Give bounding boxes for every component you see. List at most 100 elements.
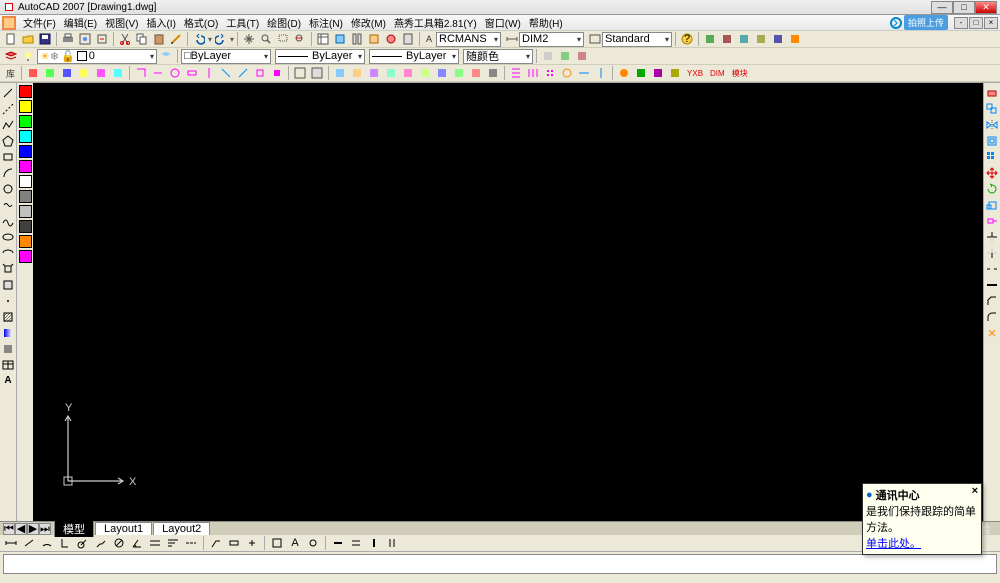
save-button[interactable] [37,31,53,47]
lib-e9[interactable] [468,65,484,81]
new-button[interactable] [3,31,19,47]
lib-b1[interactable] [25,65,41,81]
sheet-set-button[interactable] [366,31,382,47]
menu-modify[interactable]: 修改(M) [347,15,390,30]
hatch-tool[interactable] [1,309,16,324]
maximize-button[interactable]: □ [953,1,975,14]
lib-e5[interactable] [400,65,416,81]
sync-icon[interactable] [890,17,902,29]
lib-c5[interactable] [201,65,217,81]
trim-tool[interactable] [985,229,1000,244]
line-tool[interactable] [1,85,16,100]
lib-e4[interactable] [383,65,399,81]
copy-button[interactable] [134,31,150,47]
lib-g1[interactable] [616,65,632,81]
array-tool[interactable] [985,149,1000,164]
tab-first[interactable]: ⏮ [3,523,15,535]
lib-c2[interactable] [150,65,166,81]
p2[interactable] [557,48,573,64]
menu-tools[interactable]: 工具(T) [222,15,263,30]
t-btn-4[interactable] [753,31,769,47]
offset-tool[interactable] [985,133,1000,148]
dim-angular[interactable] [129,535,145,551]
color-magenta[interactable] [19,160,32,173]
t-btn-1[interactable] [702,31,718,47]
lib-c7[interactable] [235,65,251,81]
color-green[interactable] [19,115,32,128]
lib-c1[interactable] [133,65,149,81]
tab-prev[interactable]: ◀ [15,523,27,535]
tab-next[interactable]: ▶ [27,523,39,535]
lib-e1[interactable] [332,65,348,81]
layer-select[interactable]: ☀❄🔓0 [37,49,157,64]
zoom-window-button[interactable] [275,31,291,47]
spline-tool[interactable] [1,213,16,228]
lib-c6[interactable] [218,65,234,81]
block-tool[interactable] [1,277,16,292]
undo-button[interactable] [191,31,207,47]
lib-f5[interactable] [576,65,592,81]
menu-edit[interactable]: 编辑(E) [60,15,101,30]
publish-button[interactable] [94,31,110,47]
dim-baseline[interactable] [165,535,181,551]
color-cyan[interactable] [19,130,32,143]
lib-f2[interactable] [525,65,541,81]
color-blue[interactable] [19,145,32,158]
yxb-label[interactable]: YXB [684,69,706,78]
color-gray[interactable] [19,190,32,203]
dim-aligned[interactable] [21,535,37,551]
insert-tool[interactable] [1,261,16,276]
library-label[interactable]: 库 [3,67,18,80]
t-btn-6[interactable] [787,31,803,47]
design-center-button[interactable] [332,31,348,47]
dim-quick[interactable] [147,535,163,551]
linetype-select[interactable]: ByLayer [275,49,365,64]
color-extra2[interactable] [19,250,32,263]
tool-palettes-button[interactable] [349,31,365,47]
mdi-min[interactable]: - [954,17,968,29]
ellipse-arc-tool[interactable] [1,245,16,260]
circle-tool[interactable] [1,181,16,196]
menu-insert[interactable]: 插入(I) [142,15,179,30]
lib-e7[interactable] [434,65,450,81]
join-tool[interactable] [985,277,1000,292]
lib-c9[interactable] [269,65,285,81]
lib-e3[interactable] [366,65,382,81]
dim-ordinate[interactable] [57,535,73,551]
rotate-tool[interactable] [985,181,1000,196]
lib-g3[interactable] [650,65,666,81]
menu-format[interactable]: 格式(O) [180,15,222,30]
lib-e6[interactable] [417,65,433,81]
lib-e8[interactable] [451,65,467,81]
t-btn-3[interactable] [736,31,752,47]
dim-b2[interactable] [348,535,364,551]
dim-center[interactable] [244,535,260,551]
color-red[interactable] [19,85,32,98]
upload-photo-button[interactable]: 拍照上传 [904,15,948,30]
lib-c3[interactable] [167,65,183,81]
menu-view[interactable]: 视图(V) [101,15,142,30]
arc-tool[interactable] [1,165,16,180]
gradient-tool[interactable] [1,325,16,340]
lib-f4[interactable] [559,65,575,81]
command-line[interactable] [3,554,997,574]
close-button[interactable]: ✕ [975,1,997,14]
menu-yanxiu[interactable]: 燕秀工具箱2.81(Y) [390,15,481,30]
dim-linear[interactable] [3,535,19,551]
lib-e2[interactable] [349,65,365,81]
standard-select[interactable]: Standard [602,32,672,47]
layer-prev-button[interactable] [158,48,174,64]
menu-window[interactable]: 窗口(W) [481,15,525,30]
dim-diameter[interactable] [111,535,127,551]
explode-tool[interactable] [985,325,1000,340]
mtext-tool[interactable]: A [1,373,16,388]
print-button[interactable] [60,31,76,47]
dim-b1[interactable] [330,535,346,551]
menu-draw[interactable]: 绘图(D) [263,15,305,30]
lib-g2[interactable] [633,65,649,81]
t-btn-2[interactable] [719,31,735,47]
mirror-tool[interactable] [985,117,1000,132]
stretch-tool[interactable] [985,213,1000,228]
color-dkgray[interactable] [19,220,32,233]
dim-arc[interactable] [39,535,55,551]
